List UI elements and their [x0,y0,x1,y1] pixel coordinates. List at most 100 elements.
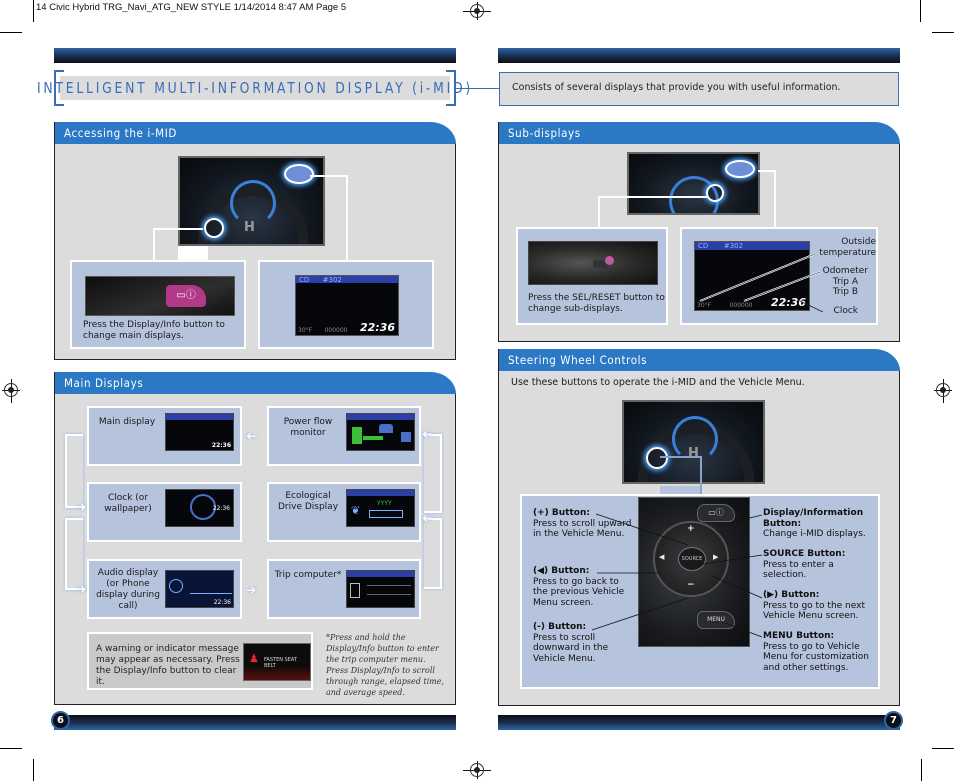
left-button-description: (◀) Button: Press to go back to the previ… [533,566,625,608]
display-info-button-card: ▭ⓘ Press the Display/Info button to chan… [70,260,246,349]
warning-text: A warning or indicator message may appea… [96,644,240,687]
section-heading-bar: Main Displays [54,372,456,394]
section-heading-bar: Steering Wheel Controls [498,349,900,371]
title-connector-line [456,88,499,89]
honda-logo-icon: H [688,446,699,461]
page-number-left: 6 [51,711,70,730]
page-title-frame: INTELLIGENT MULTI-INFORMATION DISPLAY (i… [37,69,470,107]
seatbelt-warning-icon: ♟ [249,652,259,665]
trip-computer-screen [346,570,415,608]
arrow-right-icon: ➔ [246,583,257,597]
honda-logo-icon: H [244,220,255,235]
imid-screen: CD #302 30°F 000000 22:36 [295,275,399,336]
highlight-circle [706,184,724,202]
arrow-left-icon: ➔ [422,511,433,525]
arrow-right-icon: ➔ [76,500,87,514]
section-heading-bar: Sub-displays [498,122,900,144]
header-bar-right [498,48,900,63]
section-heading: Main Displays [64,376,144,390]
main-display-item: Main display 22:36 [87,406,242,466]
flow-arrow-line [424,518,442,589]
crop-mark [33,0,34,22]
antenna-icon [169,579,183,593]
clock-screen: 22:36 [165,489,234,527]
plus-button-icon: + [687,524,695,534]
registration-target-icon [936,383,950,397]
trip-computer-footnote: *Press and hold the Display/Info button … [326,633,444,697]
left-button-icon: ◀ [659,553,665,561]
arrow-left-icon: ➔ [422,427,433,441]
main-display-screen: 22:36 [165,413,234,451]
highlight-circle [204,218,224,238]
sel-reset-knob-icon [605,256,614,265]
source-button: SOURCE [678,547,706,571]
minus-button-description: (-) Button: Press to scroll downward in t… [533,622,609,664]
car-icon [379,424,393,433]
crop-mark [33,759,34,781]
flow-arrow-line [424,434,442,513]
print-slug: 14 Civic Hybrid TRG_Navi_ATG_NEW STYLE 1… [36,2,347,13]
eco-drive-screen: ❦ YYYY [346,489,415,527]
page-title: INTELLIGENT MULTI-INFORMATION DISPLAY (i… [36,79,474,97]
sel-reset-card: Press the SEL/RESET button to change sub… [516,227,668,325]
intro-text: Consists of several displays that provid… [512,82,841,93]
audio-screen: 22:36 [165,570,234,608]
menu-button-description: MENU Button: Press to go to Vehicle Menu … [763,631,869,673]
footer-bar-left [54,715,456,730]
leaf-icon: ❦ [351,504,361,517]
page-number-right: 7 [884,711,903,730]
steering-pad-photo: ▭ⓘ + ◀ ▶ − SOURCE MENU [638,497,750,647]
section-heading: Steering Wheel Controls [508,353,648,367]
sub-display-diagram-card: CD #302 30°F 000000 22:36 Outside temperat… [680,227,878,325]
section-heading-bar: Accessing the i-MID [54,122,456,144]
dashboard-photo [627,152,760,215]
display-info-icon: ▭ⓘ [166,285,206,307]
main-display-item: Audio display (or Phone display during c… [87,559,242,619]
registration-target-icon [470,4,484,18]
power-flow-screen [346,413,415,451]
steering-intro: Use these buttons to operate the i-MID a… [511,377,805,388]
crop-mark [0,32,22,33]
fuel-pump-icon [350,583,360,598]
steering-wheel-photo: H [622,400,765,484]
highlight-circle [284,164,314,184]
sub-display-leader-lines [699,253,824,313]
right-button-description: (▶) Button: Press to go to the next Vehic… [763,590,865,621]
arrow-left-icon: ➔ [246,429,257,443]
crop-mark [0,748,22,749]
source-button-description: SOURCE Button: Press to enter a selection… [763,549,846,580]
main-display-item: Power flow monitor [267,406,421,466]
section-heading: Sub-displays [508,126,581,140]
crop-mark [921,759,922,781]
header-bar-left [54,48,456,63]
flow-arrow-line [65,518,83,590]
sub-displays-caption: Press the SEL/RESET button to change sub… [528,293,665,314]
dashboard-photo: H [178,156,325,246]
battery-icon [352,427,362,444]
accessing-caption: Press the Display/Info button to change … [83,320,225,341]
right-button-icon: ▶ [713,553,719,561]
crop-mark [920,0,921,22]
registration-target-icon [4,383,18,397]
flow-arrow-line [65,434,83,508]
main-display-item: Trip computer* [267,559,421,619]
minus-button-icon: − [687,580,695,590]
crop-mark [932,32,954,33]
warning-screen: ♟ FASTEN SEAT BELT [243,643,311,681]
display-info-button-photo: ▭ⓘ [85,276,235,316]
arrow-right-icon: ➔ [76,582,87,596]
footer-bar-right [498,715,900,730]
intro-box: Consists of several displays that provid… [499,72,899,106]
highlight-circle [725,160,755,178]
warning-message-box: A warning or indicator message may appea… [87,632,313,690]
highlight-circle [646,447,668,469]
main-display-card: CD #302 30°F 000000 22:36 [258,260,434,349]
registration-target-icon [470,763,484,777]
display-info-button: ▭ⓘ [697,504,735,522]
sel-reset-photo [528,241,658,285]
crop-mark [932,748,954,749]
main-display-item: Ecological Drive Display ❦ YYYY [267,482,421,542]
section-heading: Accessing the i-MID [64,126,177,140]
plus-button-description: (+) Button: Press to scroll upward in the… [533,508,632,539]
main-display-item: Clock (or wallpaper) 22:36 [87,482,242,542]
